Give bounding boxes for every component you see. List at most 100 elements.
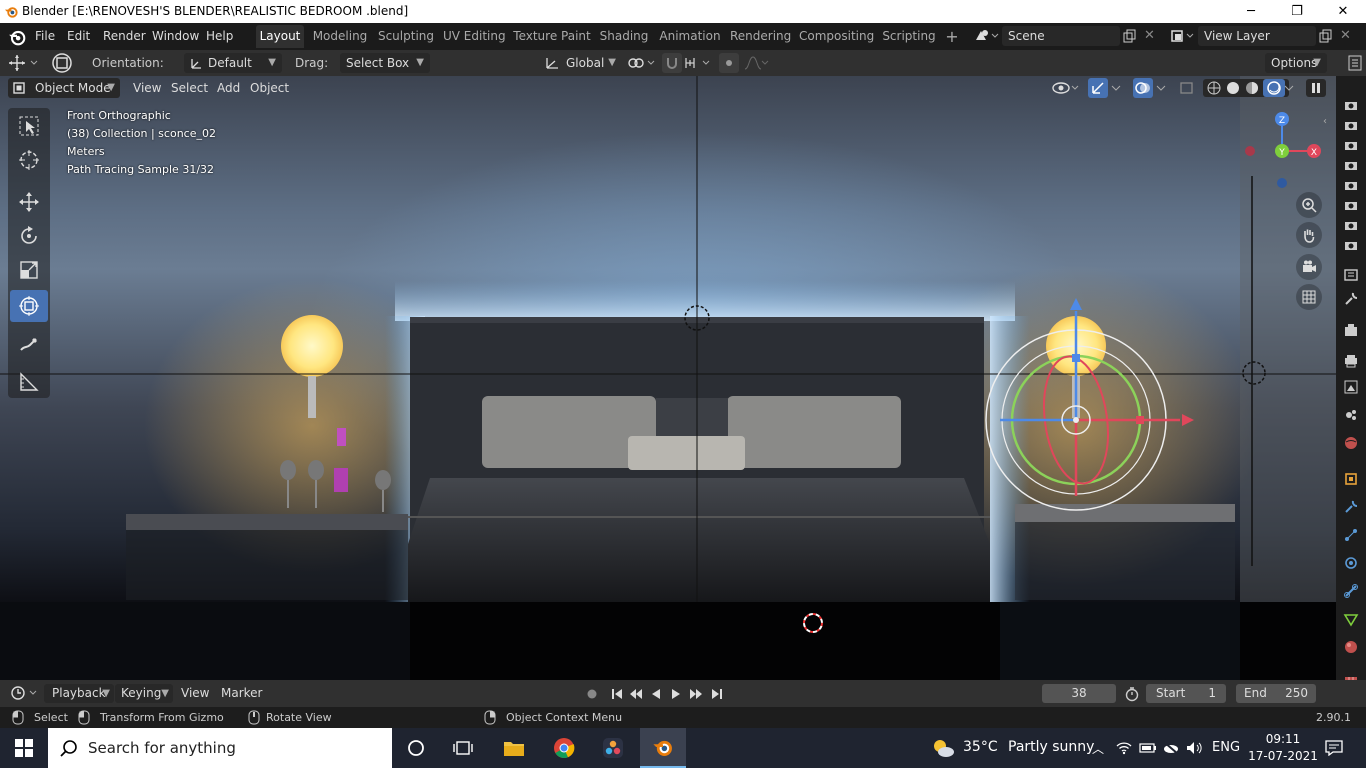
overlays-toggle[interactable] bbox=[1133, 78, 1153, 98]
render-properties-icon[interactable] bbox=[1342, 322, 1360, 340]
annotate-tool[interactable] bbox=[10, 330, 48, 362]
onedrive-off-icon[interactable] bbox=[1161, 728, 1181, 768]
object-properties-icon[interactable] bbox=[1342, 470, 1360, 488]
record-button[interactable] bbox=[584, 686, 600, 702]
blender-taskbar-button[interactable] bbox=[640, 728, 686, 768]
remove-scene-icon[interactable]: ✕ bbox=[1144, 28, 1155, 43]
camera-view-button[interactable] bbox=[1296, 254, 1322, 280]
next-keyframe-button[interactable] bbox=[688, 686, 704, 702]
pan-button[interactable] bbox=[1296, 222, 1322, 248]
outliner-camera-icon[interactable] bbox=[1342, 116, 1360, 134]
play-reverse-button[interactable] bbox=[648, 686, 664, 702]
visibility-eye-icon[interactable] bbox=[1052, 79, 1082, 97]
tab-layout[interactable]: Layout bbox=[256, 25, 304, 48]
menu-window[interactable]: Window bbox=[152, 27, 199, 46]
world-properties-icon[interactable] bbox=[1342, 434, 1360, 452]
menu-render[interactable]: Render bbox=[103, 27, 146, 46]
view-layer-properties-icon[interactable] bbox=[1342, 378, 1360, 396]
davinci-resolve-button[interactable] bbox=[593, 728, 633, 768]
drag-dropdown[interactable]: Select Box ▼ bbox=[340, 53, 430, 73]
physics-properties-icon[interactable] bbox=[1342, 554, 1360, 572]
jump-end-button[interactable] bbox=[709, 686, 725, 702]
blender-menu-icon[interactable] bbox=[8, 28, 26, 46]
measure-tool[interactable] bbox=[10, 366, 48, 398]
scene-icon[interactable] bbox=[974, 28, 1000, 44]
weather-temp[interactable]: 35°C bbox=[963, 739, 998, 755]
keying-dropdown[interactable]: Keying ▼ bbox=[115, 684, 173, 703]
start-button[interactable] bbox=[0, 728, 48, 768]
clock[interactable]: 09:11 17-07-2021 bbox=[1246, 731, 1320, 765]
current-frame-field[interactable]: 38 bbox=[1042, 684, 1116, 703]
material-shading-icon[interactable] bbox=[1244, 80, 1260, 96]
rotate-tool[interactable] bbox=[10, 220, 48, 252]
pause-render-button[interactable] bbox=[1306, 79, 1326, 97]
overlays-dropdown-icon[interactable] bbox=[1155, 80, 1167, 96]
object-data-properties-icon[interactable] bbox=[1342, 610, 1360, 628]
3d-viewport[interactable]: Object Mode ▼ View Select Add Object Fro… bbox=[0, 76, 1336, 680]
tab-texture-paint[interactable]: Texture Paint bbox=[513, 25, 591, 48]
transform-tool-icon[interactable] bbox=[8, 54, 40, 72]
tab-compositing[interactable]: Compositing bbox=[799, 25, 874, 48]
cursor-tool[interactable] bbox=[10, 144, 48, 176]
scene-name-field[interactable]: Scene bbox=[1002, 26, 1120, 46]
start-frame-field[interactable]: Start 1 bbox=[1146, 684, 1226, 703]
weather-condition[interactable]: Partly sunny bbox=[1008, 739, 1094, 755]
tab-modeling[interactable]: Modeling bbox=[310, 25, 370, 48]
jump-start-button[interactable] bbox=[609, 686, 625, 702]
notifications-button[interactable] bbox=[1320, 728, 1348, 768]
proportional-editing-toggle[interactable] bbox=[719, 53, 739, 73]
snap-toggle[interactable] bbox=[662, 53, 682, 73]
end-frame-field[interactable]: End 250 bbox=[1236, 684, 1316, 703]
menu-help[interactable]: Help bbox=[206, 27, 233, 46]
solid-shading-icon[interactable] bbox=[1225, 80, 1241, 96]
file-explorer-button[interactable] bbox=[494, 728, 534, 768]
viewport-menu-view[interactable]: View bbox=[133, 78, 161, 98]
snap-target-icon[interactable] bbox=[684, 55, 714, 71]
scale-tool[interactable] bbox=[10, 254, 48, 286]
minimize-button[interactable]: ─ bbox=[1228, 0, 1274, 23]
output-properties-icon[interactable] bbox=[1342, 352, 1360, 370]
tab-rendering[interactable]: Rendering bbox=[730, 25, 791, 48]
options-dropdown[interactable]: Options ▼ bbox=[1265, 53, 1327, 73]
shading-switcher[interactable] bbox=[1203, 79, 1289, 97]
mode-dropdown[interactable]: Object Mode ▼ bbox=[8, 78, 120, 98]
tab-animation[interactable]: Animation bbox=[658, 25, 722, 48]
rendered-shading-toggle[interactable] bbox=[1263, 79, 1285, 97]
constraints-properties-icon[interactable] bbox=[1342, 582, 1360, 600]
remove-view-layer-icon[interactable]: ✕ bbox=[1340, 28, 1351, 43]
shading-dropdown-icon[interactable] bbox=[1283, 80, 1295, 96]
zoom-button[interactable] bbox=[1296, 192, 1322, 218]
outliner-camera-icon[interactable] bbox=[1342, 216, 1360, 234]
add-workspace-button[interactable]: + bbox=[942, 25, 962, 48]
orientation-dropdown[interactable]: Default ▼ bbox=[184, 53, 282, 73]
playback-dropdown[interactable]: Playback ▼ bbox=[44, 684, 114, 703]
timeline-menu-view[interactable]: View bbox=[181, 684, 209, 703]
task-view-button[interactable] bbox=[443, 728, 483, 768]
language-indicator[interactable]: ENG bbox=[1212, 740, 1240, 755]
tab-uv-editing[interactable]: UV Editing bbox=[443, 25, 506, 48]
stopwatch-icon[interactable] bbox=[1124, 686, 1140, 702]
menu-file[interactable]: File bbox=[35, 27, 55, 46]
outliner-camera-icon[interactable] bbox=[1342, 156, 1360, 174]
select-box-tool[interactable] bbox=[10, 110, 48, 142]
gizmo-dropdown-icon[interactable] bbox=[1110, 80, 1122, 96]
perspective-toggle-button[interactable] bbox=[1296, 284, 1322, 310]
sidebar-toggle-icon[interactable] bbox=[1348, 55, 1362, 71]
falloff-icon[interactable] bbox=[743, 55, 769, 71]
outliner-camera-icon[interactable] bbox=[1342, 176, 1360, 194]
show-hidden-icons-button[interactable]: ︿ bbox=[1088, 728, 1108, 768]
battery-icon[interactable] bbox=[1138, 728, 1158, 768]
material-properties-icon[interactable] bbox=[1342, 638, 1360, 656]
copy-scene-icon[interactable] bbox=[1123, 29, 1137, 43]
viewport-menu-add[interactable]: Add bbox=[217, 78, 240, 98]
viewport-menu-object[interactable]: Object bbox=[250, 78, 289, 98]
tab-shading[interactable]: Shading bbox=[598, 25, 650, 48]
view-layer-icon[interactable] bbox=[1170, 28, 1196, 44]
particles-properties-icon[interactable] bbox=[1342, 526, 1360, 544]
gizmo-toggle[interactable] bbox=[1088, 78, 1108, 98]
move-tool[interactable] bbox=[10, 186, 48, 218]
tab-scripting[interactable]: Scripting bbox=[881, 25, 937, 48]
navigation-gizmo[interactable]: Z X Y bbox=[1240, 106, 1330, 196]
chrome-button[interactable] bbox=[544, 728, 584, 768]
transform-tool[interactable] bbox=[10, 290, 48, 322]
